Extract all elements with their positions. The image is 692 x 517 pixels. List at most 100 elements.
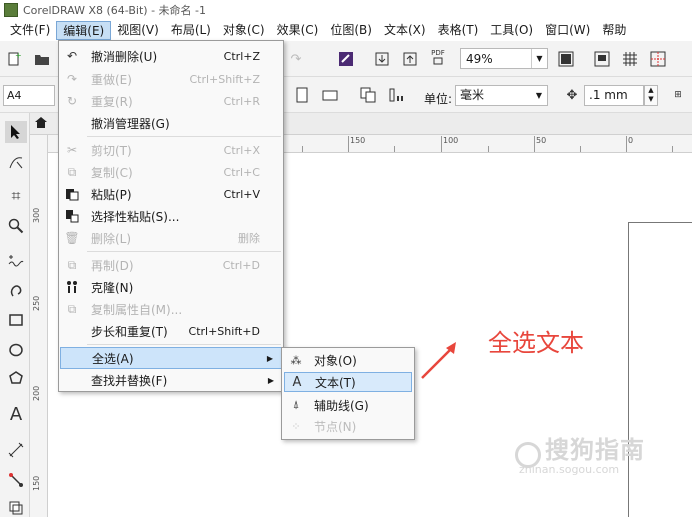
vertical-ruler[interactable]: 300 250 200 150 — [30, 135, 48, 517]
all-pages-icon[interactable] — [358, 85, 378, 105]
paste-special-icon — [64, 208, 80, 224]
menu-layout[interactable]: 布局(L) — [165, 21, 217, 40]
menu-item-delete[interactable]: 🗑 删除(L) 删除 — [60, 227, 282, 249]
ruler-label: 0 — [628, 136, 634, 145]
menu-bitmaps[interactable]: 位图(B) — [324, 21, 378, 40]
menu-help[interactable]: 帮助 — [596, 21, 632, 40]
redo-arrow-icon[interactable]: ↷ — [286, 49, 306, 69]
menu-item-paste[interactable]: 粘贴(P) Ctrl+V — [60, 183, 282, 205]
text-tool-icon[interactable]: A — [5, 403, 27, 425]
watermark-url: zhinan.sogou.com — [519, 463, 620, 476]
submenu-item-text[interactable]: A 文本(T) — [284, 372, 412, 392]
menu-item-paste-special[interactable]: 选择性粘贴(S)... — [60, 205, 282, 227]
landscape-icon[interactable] — [320, 85, 340, 105]
menu-item-label: 步长和重复(T) — [91, 324, 168, 339]
page-size-field[interactable]: A4 — [3, 85, 55, 106]
show-rulers-icon[interactable] — [592, 49, 612, 69]
annotation-arrow — [421, 342, 456, 379]
menu-item-shortcut: Ctrl+D — [222, 258, 260, 272]
menu-item-duplicate[interactable]: ⧉ 再制(D) Ctrl+D — [60, 254, 282, 276]
shape-tool-icon[interactable] — [5, 151, 27, 173]
export-icon[interactable] — [400, 49, 420, 69]
ellipse-tool-icon[interactable] — [5, 339, 27, 361]
menu-view[interactable]: 视图(V) — [111, 21, 165, 40]
objects-icon: ⁂ — [290, 353, 302, 367]
nodes-icon: ⁘ — [291, 419, 301, 433]
menu-item-undo[interactable]: ↶ 撤消删除(U) Ctrl+Z — [60, 45, 282, 67]
new-document-icon[interactable]: + — [4, 49, 24, 69]
nudge-distance-field[interactable]: .1 mm — [584, 85, 644, 106]
cut-icon: ✂ — [66, 143, 78, 157]
menu-item-copy-properties[interactable]: ⧉ 复制属性自(M)... — [60, 298, 282, 320]
freehand-tool-icon[interactable] — [5, 249, 27, 271]
menu-item-clone[interactable]: 克隆(N) — [60, 276, 282, 298]
menu-edit[interactable]: 编辑(E) — [56, 21, 112, 40]
import-icon[interactable] — [372, 49, 392, 69]
text-icon: A — [292, 374, 302, 390]
copy-icon: ⧉ — [67, 164, 77, 179]
submenu-item-guidelines[interactable]: ⍋ 辅助线(G) — [284, 395, 412, 415]
menu-item-label: 查找并替换(F) — [91, 373, 168, 388]
menu-object[interactable]: 对象(C) — [217, 21, 271, 40]
drop-shadow-tool-icon[interactable] — [5, 497, 27, 517]
menu-item-copy[interactable]: ⧉ 复制(C) Ctrl+C — [60, 161, 282, 183]
menu-item-label: 克隆(N) — [91, 280, 134, 295]
clone-icon — [64, 279, 80, 295]
repeat-icon: ↻ — [66, 94, 78, 108]
menu-item-label: 复制(C) — [91, 165, 133, 180]
submenu-item-label: 对象(O) — [314, 353, 357, 368]
launcher-icon[interactable] — [336, 49, 356, 69]
menu-item-step-and-repeat[interactable]: 步长和重复(T) Ctrl+Shift+D — [60, 320, 282, 342]
menu-separator — [87, 251, 281, 252]
zoom-level-dropdown[interactable]: 49% ▼ — [460, 48, 548, 69]
menu-item-label: 再制(D) — [91, 258, 134, 273]
menu-item-cut[interactable]: ✂ 剪切(T) Ctrl+X — [60, 139, 282, 161]
menu-item-shortcut: Ctrl+X — [223, 143, 260, 157]
menu-item-label: 重复(R) — [91, 94, 133, 109]
submenu-item-label: 节点(N) — [314, 419, 357, 434]
chevron-down-icon[interactable]: ▼ — [531, 86, 547, 105]
submenu-item-label: 辅助线(G) — [314, 398, 369, 413]
open-folder-icon[interactable] — [32, 49, 52, 69]
chevron-down-icon[interactable]: ▼ — [531, 49, 547, 68]
duplicate-distance-icon[interactable]: ⊞ — [668, 85, 688, 105]
parallel-dimension-tool-icon[interactable] — [5, 439, 27, 461]
menu-window[interactable]: 窗口(W) — [539, 21, 596, 40]
current-page-icon[interactable] — [386, 85, 406, 105]
portrait-icon[interactable] — [292, 85, 312, 105]
select-all-submenu: ⁂ 对象(O) A 文本(T) ⍋ 辅助线(G) ⁘ 节点(N) — [281, 347, 415, 440]
menu-file[interactable]: 文件(F) — [4, 21, 56, 40]
units-dropdown[interactable]: 毫米 ▼ — [455, 85, 548, 106]
toolbox: ⌗ A — [0, 113, 30, 517]
units-label: 单位: — [424, 92, 453, 106]
crop-tool-icon[interactable]: ⌗ — [5, 185, 27, 207]
menu-tools[interactable]: 工具(O) — [484, 21, 539, 40]
submenu-item-nodes[interactable]: ⁘ 节点(N) — [284, 416, 412, 436]
menu-effects[interactable]: 效果(C) — [271, 21, 325, 40]
show-guidelines-icon[interactable] — [648, 49, 668, 69]
show-grid-icon[interactable] — [620, 49, 640, 69]
rectangle-tool-icon[interactable] — [5, 309, 27, 331]
pick-tool-icon[interactable] — [5, 121, 27, 143]
full-screen-preview-icon[interactable] — [556, 49, 576, 69]
artistic-media-tool-icon[interactable] — [5, 279, 27, 301]
menu-item-shortcut: Ctrl+C — [223, 165, 260, 179]
menu-text[interactable]: 文本(X) — [378, 21, 432, 40]
menu-item-label: 撤消管理器(G) — [91, 116, 170, 131]
submenu-item-objects[interactable]: ⁂ 对象(O) — [284, 350, 412, 370]
menu-item-undo-manager[interactable]: 撤消管理器(G) — [60, 112, 282, 134]
menu-item-select-all[interactable]: 全选(A) ▶ — [60, 347, 282, 369]
publish-pdf-icon[interactable]: PDF — [428, 47, 448, 67]
menu-item-label: 删除(L) — [91, 231, 132, 246]
connector-tool-icon[interactable] — [5, 469, 27, 491]
nudge-spinner[interactable]: ▲ ▼ — [644, 85, 658, 106]
zoom-tool-icon[interactable] — [5, 215, 27, 237]
menu-item-repeat[interactable]: ↻ 重复(R) Ctrl+R — [60, 90, 282, 112]
menu-item-find-replace[interactable]: 查找并替换(F) ▶ — [60, 369, 282, 391]
menu-item-redo[interactable]: ↷ 重做(E) Ctrl+Shift+Z — [60, 68, 282, 90]
ruler-label: 300 — [32, 207, 41, 223]
menu-item-shortcut: Ctrl+Shift+Z — [189, 72, 260, 86]
menu-table[interactable]: 表格(T) — [432, 21, 485, 40]
polygon-tool-icon[interactable] — [5, 367, 27, 389]
home-icon[interactable] — [34, 116, 48, 133]
